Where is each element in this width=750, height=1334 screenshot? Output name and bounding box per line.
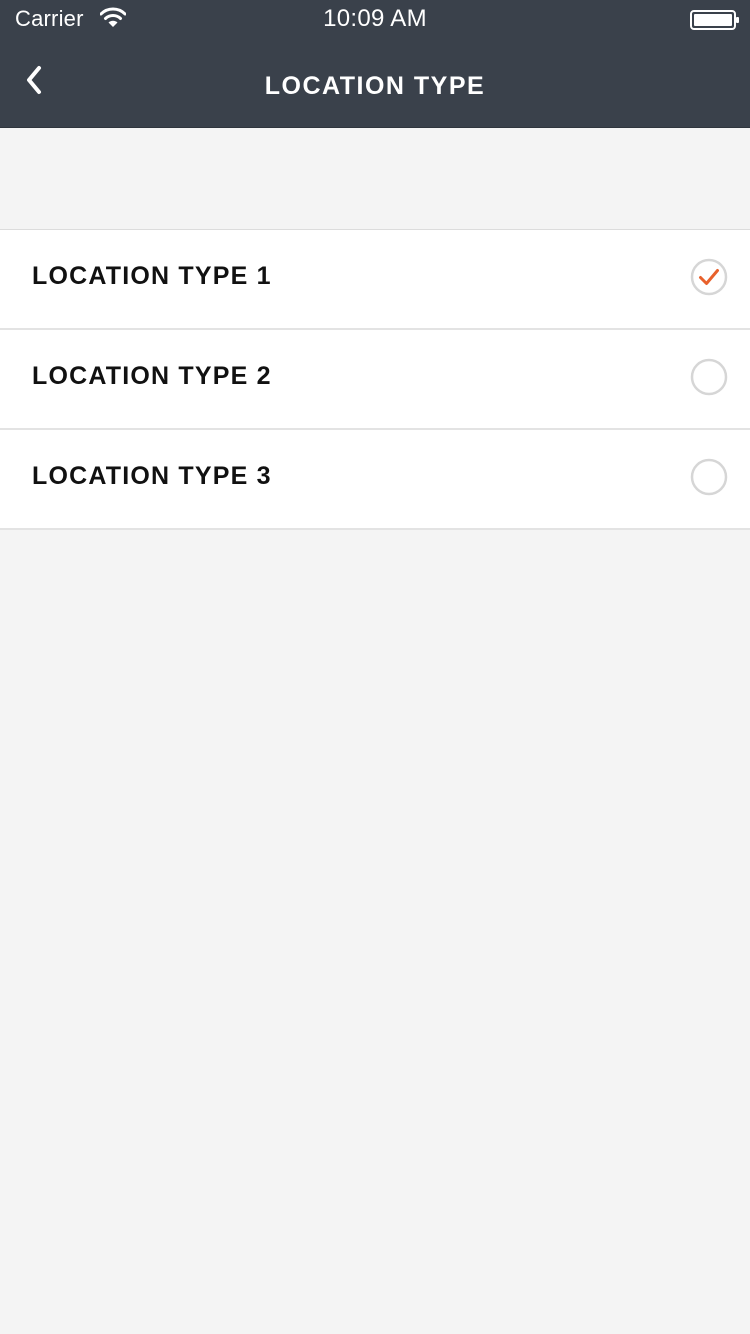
nav-bar: LOCATION TYPE: [0, 40, 750, 128]
list-item-location-type-3[interactable]: LOCATION TYPE 3: [0, 430, 750, 530]
battery-icon: [690, 10, 739, 30]
list-item-label: LOCATION TYPE 2: [32, 362, 272, 390]
header: Carrier 10:09 AM LOCATION TYPE: [0, 0, 750, 128]
status-bar: Carrier 10:09 AM: [0, 0, 750, 40]
radio-circle-icon[interactable]: [690, 358, 728, 396]
list-item-location-type-1[interactable]: LOCATION TYPE 1: [0, 230, 750, 330]
list-item-label: LOCATION TYPE 1: [32, 262, 272, 290]
location-type-screen: Carrier 10:09 AM LOCATION TYPE LOCATION …: [0, 0, 750, 1334]
list-item-location-type-2[interactable]: LOCATION TYPE 2: [0, 330, 750, 430]
radio-circle-icon[interactable]: [690, 458, 728, 496]
status-time: 10:09 AM: [323, 5, 427, 32]
location-type-list: LOCATION TYPE 1 LOCATION TYPE 2 LOCATION…: [0, 229, 750, 530]
page-title: LOCATION TYPE: [264, 72, 486, 100]
list-item-label: LOCATION TYPE 3: [32, 462, 272, 490]
checkmark-icon[interactable]: [690, 258, 728, 296]
